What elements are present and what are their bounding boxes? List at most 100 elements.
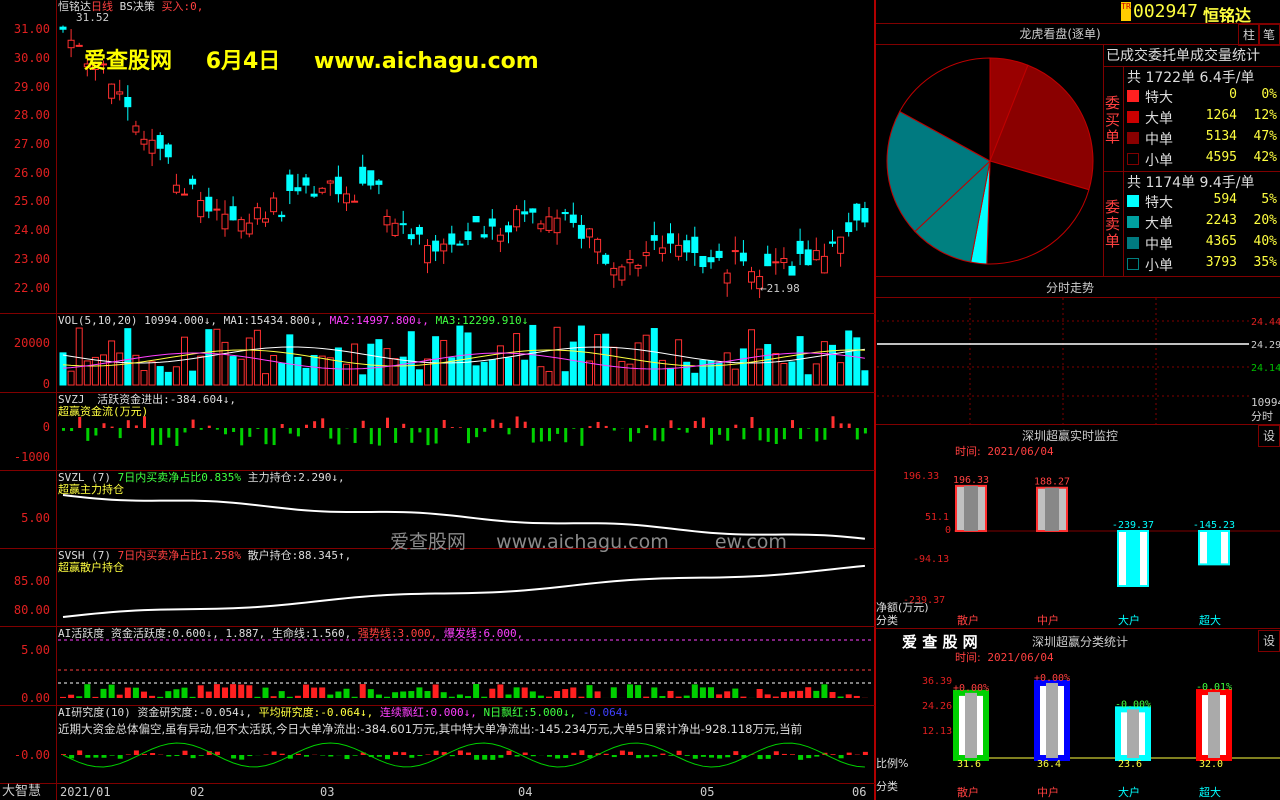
ai-research-bar	[725, 755, 731, 758]
ai-research-bar	[109, 755, 115, 756]
volume-bar	[124, 328, 132, 386]
watermark-date: 6月4日	[205, 49, 281, 74]
pen-button[interactable]: 笔	[1258, 24, 1280, 46]
volume-bar	[237, 358, 245, 386]
ai-research-bar	[498, 755, 504, 758]
fund-flow-bar	[418, 428, 422, 433]
volume-bar	[108, 340, 116, 386]
candle-body	[464, 231, 472, 240]
candle-body	[618, 266, 626, 281]
indicator-name[interactable]: BS决策	[120, 0, 155, 13]
candle-body	[529, 208, 537, 213]
ai-research-bar	[781, 753, 787, 755]
monitor-bar-core	[1126, 531, 1140, 586]
volume-bar	[156, 366, 164, 386]
ai-active-bar	[578, 696, 585, 698]
fund-flow-bar	[410, 428, 414, 443]
candle-body	[505, 225, 512, 233]
buy-row-s: 小单 4595 42%	[1127, 149, 1280, 170]
ai-research-bar	[125, 754, 131, 755]
volume-bar	[691, 372, 699, 386]
ai-research-bar	[393, 751, 399, 755]
volume-bar	[845, 330, 853, 386]
app-logo[interactable]: 大智慧	[2, 785, 41, 798]
candle-body	[399, 223, 407, 226]
volume-bar	[739, 348, 747, 386]
fund-flow-bar	[70, 428, 74, 432]
ai-research-bar	[773, 751, 779, 755]
candle-body	[837, 236, 845, 254]
volume-bar	[488, 359, 496, 386]
candle-body	[748, 271, 755, 283]
volume-bar	[399, 356, 407, 386]
ai-active-bar	[756, 688, 763, 698]
ai-research-bar	[652, 755, 658, 757]
ai-research-bar	[133, 750, 139, 755]
fund-flow-bar	[685, 428, 689, 433]
ai-active-bar	[92, 696, 99, 698]
candle-body	[270, 197, 278, 213]
volume-bar	[229, 356, 237, 386]
ai-active-bar	[197, 685, 204, 698]
fund-flow-bar	[232, 428, 236, 432]
tr-badge[interactable]: TR	[1121, 2, 1131, 21]
ai-active-bar	[651, 687, 658, 698]
candle-body	[667, 233, 674, 244]
volume-bar	[83, 360, 91, 386]
ai-active-bar	[303, 684, 309, 698]
candle-body	[440, 243, 448, 252]
candle-body	[739, 252, 747, 262]
candle-body	[229, 206, 237, 221]
ai-active-bar	[440, 692, 447, 698]
ai-active-bar	[367, 689, 374, 698]
lhb-title: 龙虎看盘(逐单)	[1019, 27, 1101, 41]
buy-total: 共 1722单 6.4手/单	[1127, 70, 1255, 86]
fund-flow-bar	[774, 428, 778, 444]
ai-research-bar	[717, 755, 723, 759]
ai-research-bar	[668, 755, 674, 756]
ai-research-bar	[474, 755, 480, 760]
ai-active-bar	[311, 687, 318, 698]
ai-research-bar	[490, 755, 496, 760]
candle-body	[642, 252, 650, 257]
candle-body	[359, 166, 367, 184]
volume-bar	[213, 328, 221, 386]
ai-active-bar	[400, 691, 407, 698]
classify-settings-button[interactable]: 设	[1258, 630, 1280, 652]
pin-button[interactable]: 柱	[1238, 24, 1260, 46]
volume-bar	[642, 334, 650, 386]
fund-flow-bar	[693, 421, 697, 428]
fund-flow-bar	[734, 424, 738, 428]
fund-flow-bar	[175, 428, 179, 446]
candle-body	[796, 240, 804, 254]
ai-active-bar	[286, 696, 293, 698]
fund-flow-bar	[329, 428, 333, 439]
intraday-chart[interactable]	[877, 298, 1249, 424]
ai-active-bar	[829, 692, 836, 698]
volume-bar	[172, 366, 180, 386]
volume-bar	[148, 361, 156, 386]
candle-body	[197, 200, 205, 218]
candle-body	[294, 187, 302, 192]
ai-active-bar	[165, 691, 172, 698]
candle-body	[650, 235, 658, 241]
ai-research-bar	[709, 755, 714, 758]
ai-active-bar	[60, 696, 66, 698]
volume-bar	[480, 361, 488, 386]
monitor-settings-button[interactable]: 设	[1258, 425, 1280, 447]
fund-flow-bar	[280, 424, 284, 428]
candle-body	[610, 267, 618, 276]
svzl-sub: 超赢主力持仓	[58, 483, 124, 496]
candle-body	[707, 257, 715, 263]
volume-bar	[359, 374, 367, 386]
volume-bar	[253, 329, 261, 386]
ai-research-bar	[603, 753, 609, 755]
candle-body	[189, 178, 197, 185]
candle-body	[861, 208, 869, 223]
ai-research-bar	[409, 755, 415, 758]
volume-bar	[804, 374, 812, 386]
ai-active-bar	[246, 685, 253, 698]
candle-body	[561, 211, 569, 215]
ai-research-bar	[571, 752, 577, 755]
ai-active-bar	[335, 691, 342, 698]
